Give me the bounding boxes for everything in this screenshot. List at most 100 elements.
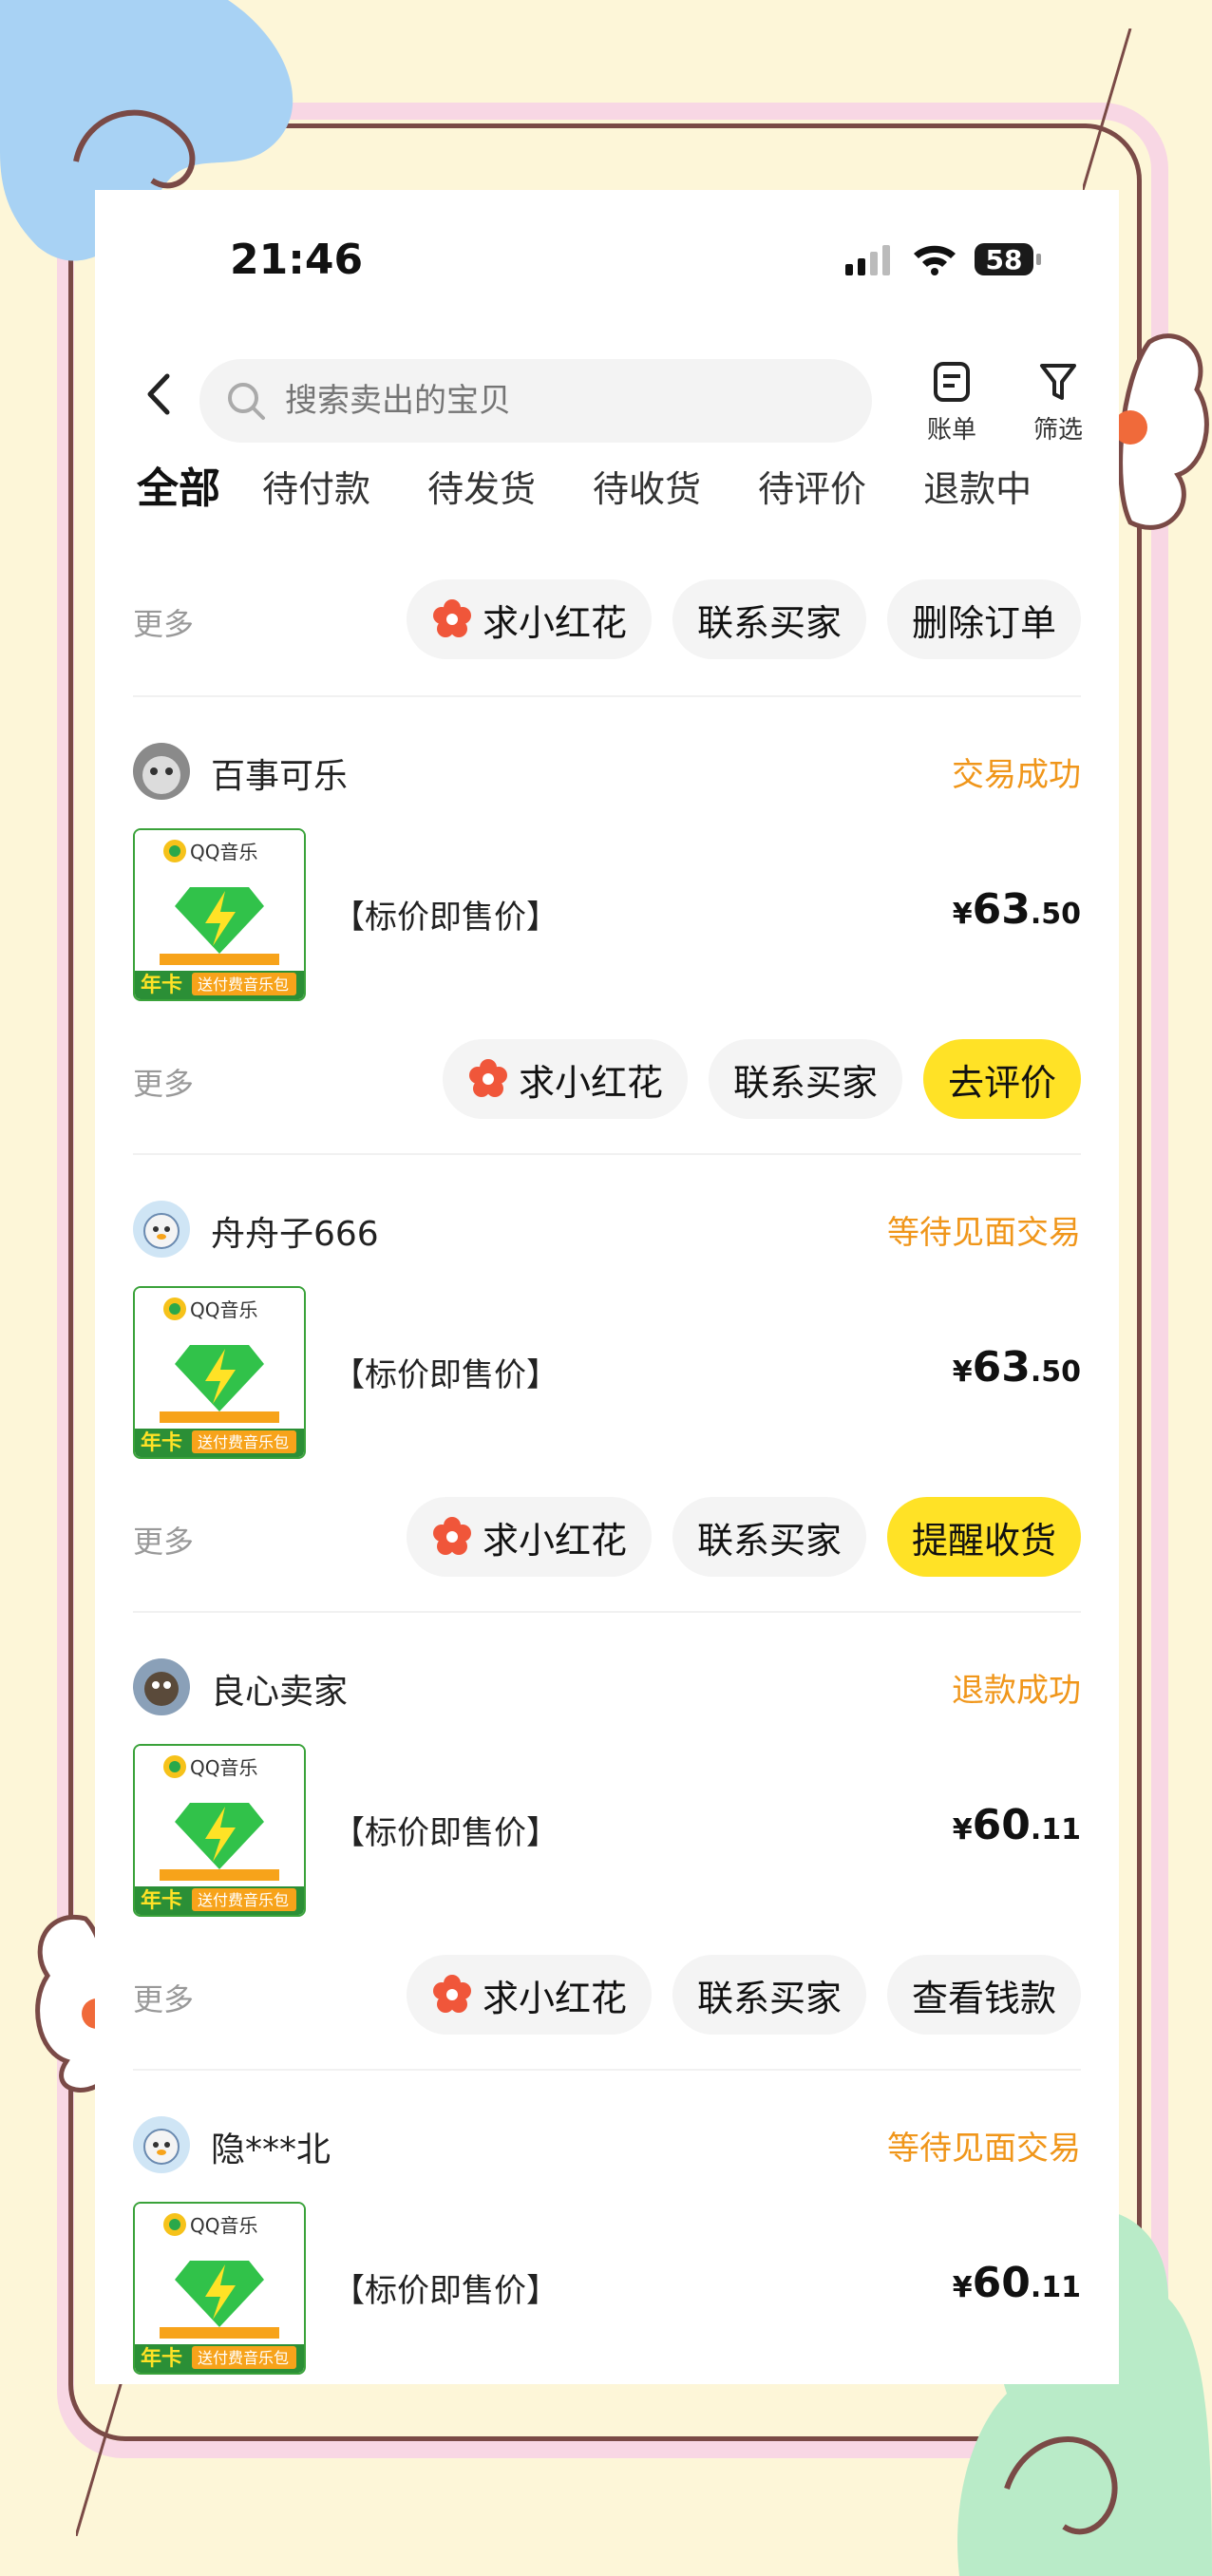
product-title[interactable]: 【标价即售价】 [332, 891, 559, 938]
tab-pending-payment[interactable]: 待付款 [243, 456, 389, 532]
divider [133, 2069, 1081, 2071]
contact-buyer-button[interactable]: 联系买家 [672, 1955, 866, 2035]
more-button[interactable]: 更多 [133, 1976, 194, 2019]
price-integer: 60 [972, 2259, 1031, 2307]
search-header: 账单 筛选 [95, 342, 1119, 446]
action-buttons: 求小红花 联系买家 删除订单 [406, 579, 1081, 659]
price-decimal: .11 [1030, 1813, 1081, 1847]
contact-buyer-button[interactable]: 联系买家 [708, 1039, 902, 1119]
price: ¥63.50 [953, 885, 1081, 934]
product-brand-text: QQ音乐 [190, 841, 257, 863]
filter-icon [1040, 364, 1076, 400]
product-title[interactable]: 【标价即售价】 [332, 2264, 559, 2311]
order-status: 等待见面交易 [887, 2130, 1081, 2168]
tab-refunding[interactable]: 退款中 [904, 456, 1051, 532]
seller-row: 百事可乐 交易成功 [133, 743, 1081, 804]
search-bar[interactable] [199, 359, 872, 443]
order-status: 等待见面交易 [887, 1214, 1081, 1252]
qq-music-card-image: QQ音乐 年卡 送付费音乐包 [135, 1746, 304, 1915]
seller-name[interactable]: 百事可乐 [211, 748, 348, 798]
order-actions: 更多 求小红花 联系买家 删除订单 [133, 579, 1081, 661]
more-button[interactable]: 更多 [133, 1060, 194, 1104]
order-actions: 更多 求小红花 联系买家 提醒收货 [133, 1497, 1081, 1579]
product-thumbnail[interactable]: QQ音乐 年卡 送付费音乐包 [133, 828, 306, 1001]
search-icon [228, 383, 265, 420]
ask-flower-button[interactable]: 求小红花 [406, 579, 652, 659]
contact-buyer-button[interactable]: 联系买家 [672, 1497, 866, 1577]
product-brand-text: QQ音乐 [190, 1756, 257, 1779]
remind-receipt-button[interactable]: 提醒收货 [886, 1497, 1081, 1577]
contact-buyer-button[interactable]: 联系买家 [672, 579, 866, 659]
filter-button[interactable]: 筛选 [1020, 361, 1096, 445]
back-arrow-icon[interactable] [137, 370, 184, 418]
seller-row: 舟舟子666 等待见面交易 [133, 1201, 1081, 1261]
order-card[interactable]: 良心卖家 退款成功 QQ音乐 年卡 送付费音乐包 【标价即售价】 ¥60.11 [133, 1658, 1081, 1934]
diagonal-line-decoration [76, 2375, 125, 2536]
price: ¥60.11 [953, 2259, 1081, 2307]
product-thumbnail[interactable]: QQ音乐 年卡 送付费音乐包 [133, 2202, 306, 2375]
qq-music-card-image: QQ音乐 年卡 送付费音乐包 [135, 830, 304, 999]
product-thumbnail[interactable]: QQ音乐 年卡 送付费音乐包 [133, 1744, 306, 1917]
seller-name[interactable]: 隐***北 [211, 2122, 331, 2171]
order-card[interactable]: 隐***北 等待见面交易 QQ音乐 年卡 送付费音乐包 【标价即售价】 ¥60.… [133, 2116, 1081, 2384]
battery-indicator: 58 [975, 243, 1041, 275]
more-button[interactable]: 更多 [133, 600, 194, 644]
product-badge-text: 年卡 [141, 1888, 182, 1913]
price-currency: ¥ [952, 1355, 973, 1389]
product-thumbnail[interactable]: QQ音乐 年卡 送付费音乐包 [133, 1286, 306, 1459]
status-bar: 21:46 58 [95, 190, 1119, 332]
avatar[interactable] [133, 1201, 190, 1258]
product-title[interactable]: 【标价即售价】 [332, 1807, 559, 1853]
wifi-icon [914, 245, 956, 275]
price-currency: ¥ [952, 898, 973, 931]
order-tabs: 全部 待付款 待发货 待收货 待评价 退款中 [133, 456, 1100, 532]
product-tag-text: 送付费音乐包 [198, 1433, 289, 1451]
order-card[interactable]: 百事可乐 交易成功 QQ音乐 年卡 送付费音乐包 【标价即售价】 ¥63.50 [133, 743, 1081, 1018]
view-refund-button[interactable]: 查看钱款 [886, 1955, 1081, 2035]
price-currency: ¥ [952, 1813, 973, 1847]
price-currency: ¥ [952, 2271, 973, 2304]
tab-pending-review[interactable]: 待评价 [739, 456, 885, 532]
status-icons: 58 [845, 243, 1041, 275]
avatar[interactable] [133, 1658, 190, 1715]
status-time: 21:46 [230, 236, 364, 284]
cloud-decoration [1113, 333, 1209, 530]
delete-order-button[interactable]: 删除订单 [886, 579, 1081, 659]
tab-all[interactable]: 全部 [133, 456, 224, 532]
ask-flower-label: 求小红花 [518, 1061, 663, 1104]
seller-row: 良心卖家 退款成功 [133, 1658, 1081, 1719]
divider [133, 1611, 1081, 1613]
ask-flower-button[interactable]: 求小红花 [406, 1497, 652, 1577]
red-flower-icon [432, 1517, 471, 1555]
bill-label: 账单 [926, 416, 976, 445]
bill-button[interactable]: 账单 [914, 361, 990, 445]
ask-flower-label: 求小红花 [482, 1977, 627, 2019]
search-input[interactable] [283, 381, 819, 421]
avatar[interactable] [133, 743, 190, 800]
diagonal-line-decoration [1083, 28, 1132, 190]
review-button[interactable]: 去评价 [922, 1039, 1081, 1119]
tab-pending-receipt[interactable]: 待收货 [574, 456, 720, 532]
order-status: 交易成功 [952, 756, 1081, 794]
bill-icon [934, 362, 970, 402]
price-integer: 63 [972, 1343, 1031, 1392]
tab-pending-shipment[interactable]: 待发货 [408, 456, 555, 532]
product-tag-text: 送付费音乐包 [198, 2349, 289, 2367]
product-title[interactable]: 【标价即售价】 [332, 1349, 559, 1395]
red-flower-icon [432, 1975, 471, 2013]
more-button[interactable]: 更多 [133, 1518, 194, 1562]
product-brand-text: QQ音乐 [190, 2214, 257, 2237]
qq-music-card-image: QQ音乐 年卡 送付费音乐包 [135, 1288, 304, 1457]
price: ¥63.50 [953, 1343, 1081, 1392]
seller-name[interactable]: 良心卖家 [211, 1664, 348, 1714]
ask-flower-button[interactable]: 求小红花 [406, 1955, 652, 2035]
qq-music-card-image: QQ音乐 年卡 送付费音乐包 [135, 2204, 304, 2373]
divider [133, 1153, 1081, 1155]
ask-flower-button[interactable]: 求小红花 [442, 1039, 688, 1119]
avatar[interactable] [133, 2116, 190, 2173]
action-buttons: 求小红花 联系买家 提醒收货 [406, 1497, 1081, 1577]
seller-name[interactable]: 舟舟子666 [211, 1206, 379, 1256]
price-decimal: .50 [1030, 1355, 1081, 1389]
order-card[interactable]: 舟舟子666 等待见面交易 QQ音乐 年卡 送付费音乐包 【标价即售价】 ¥63… [133, 1201, 1081, 1476]
price-decimal: .50 [1030, 898, 1081, 931]
